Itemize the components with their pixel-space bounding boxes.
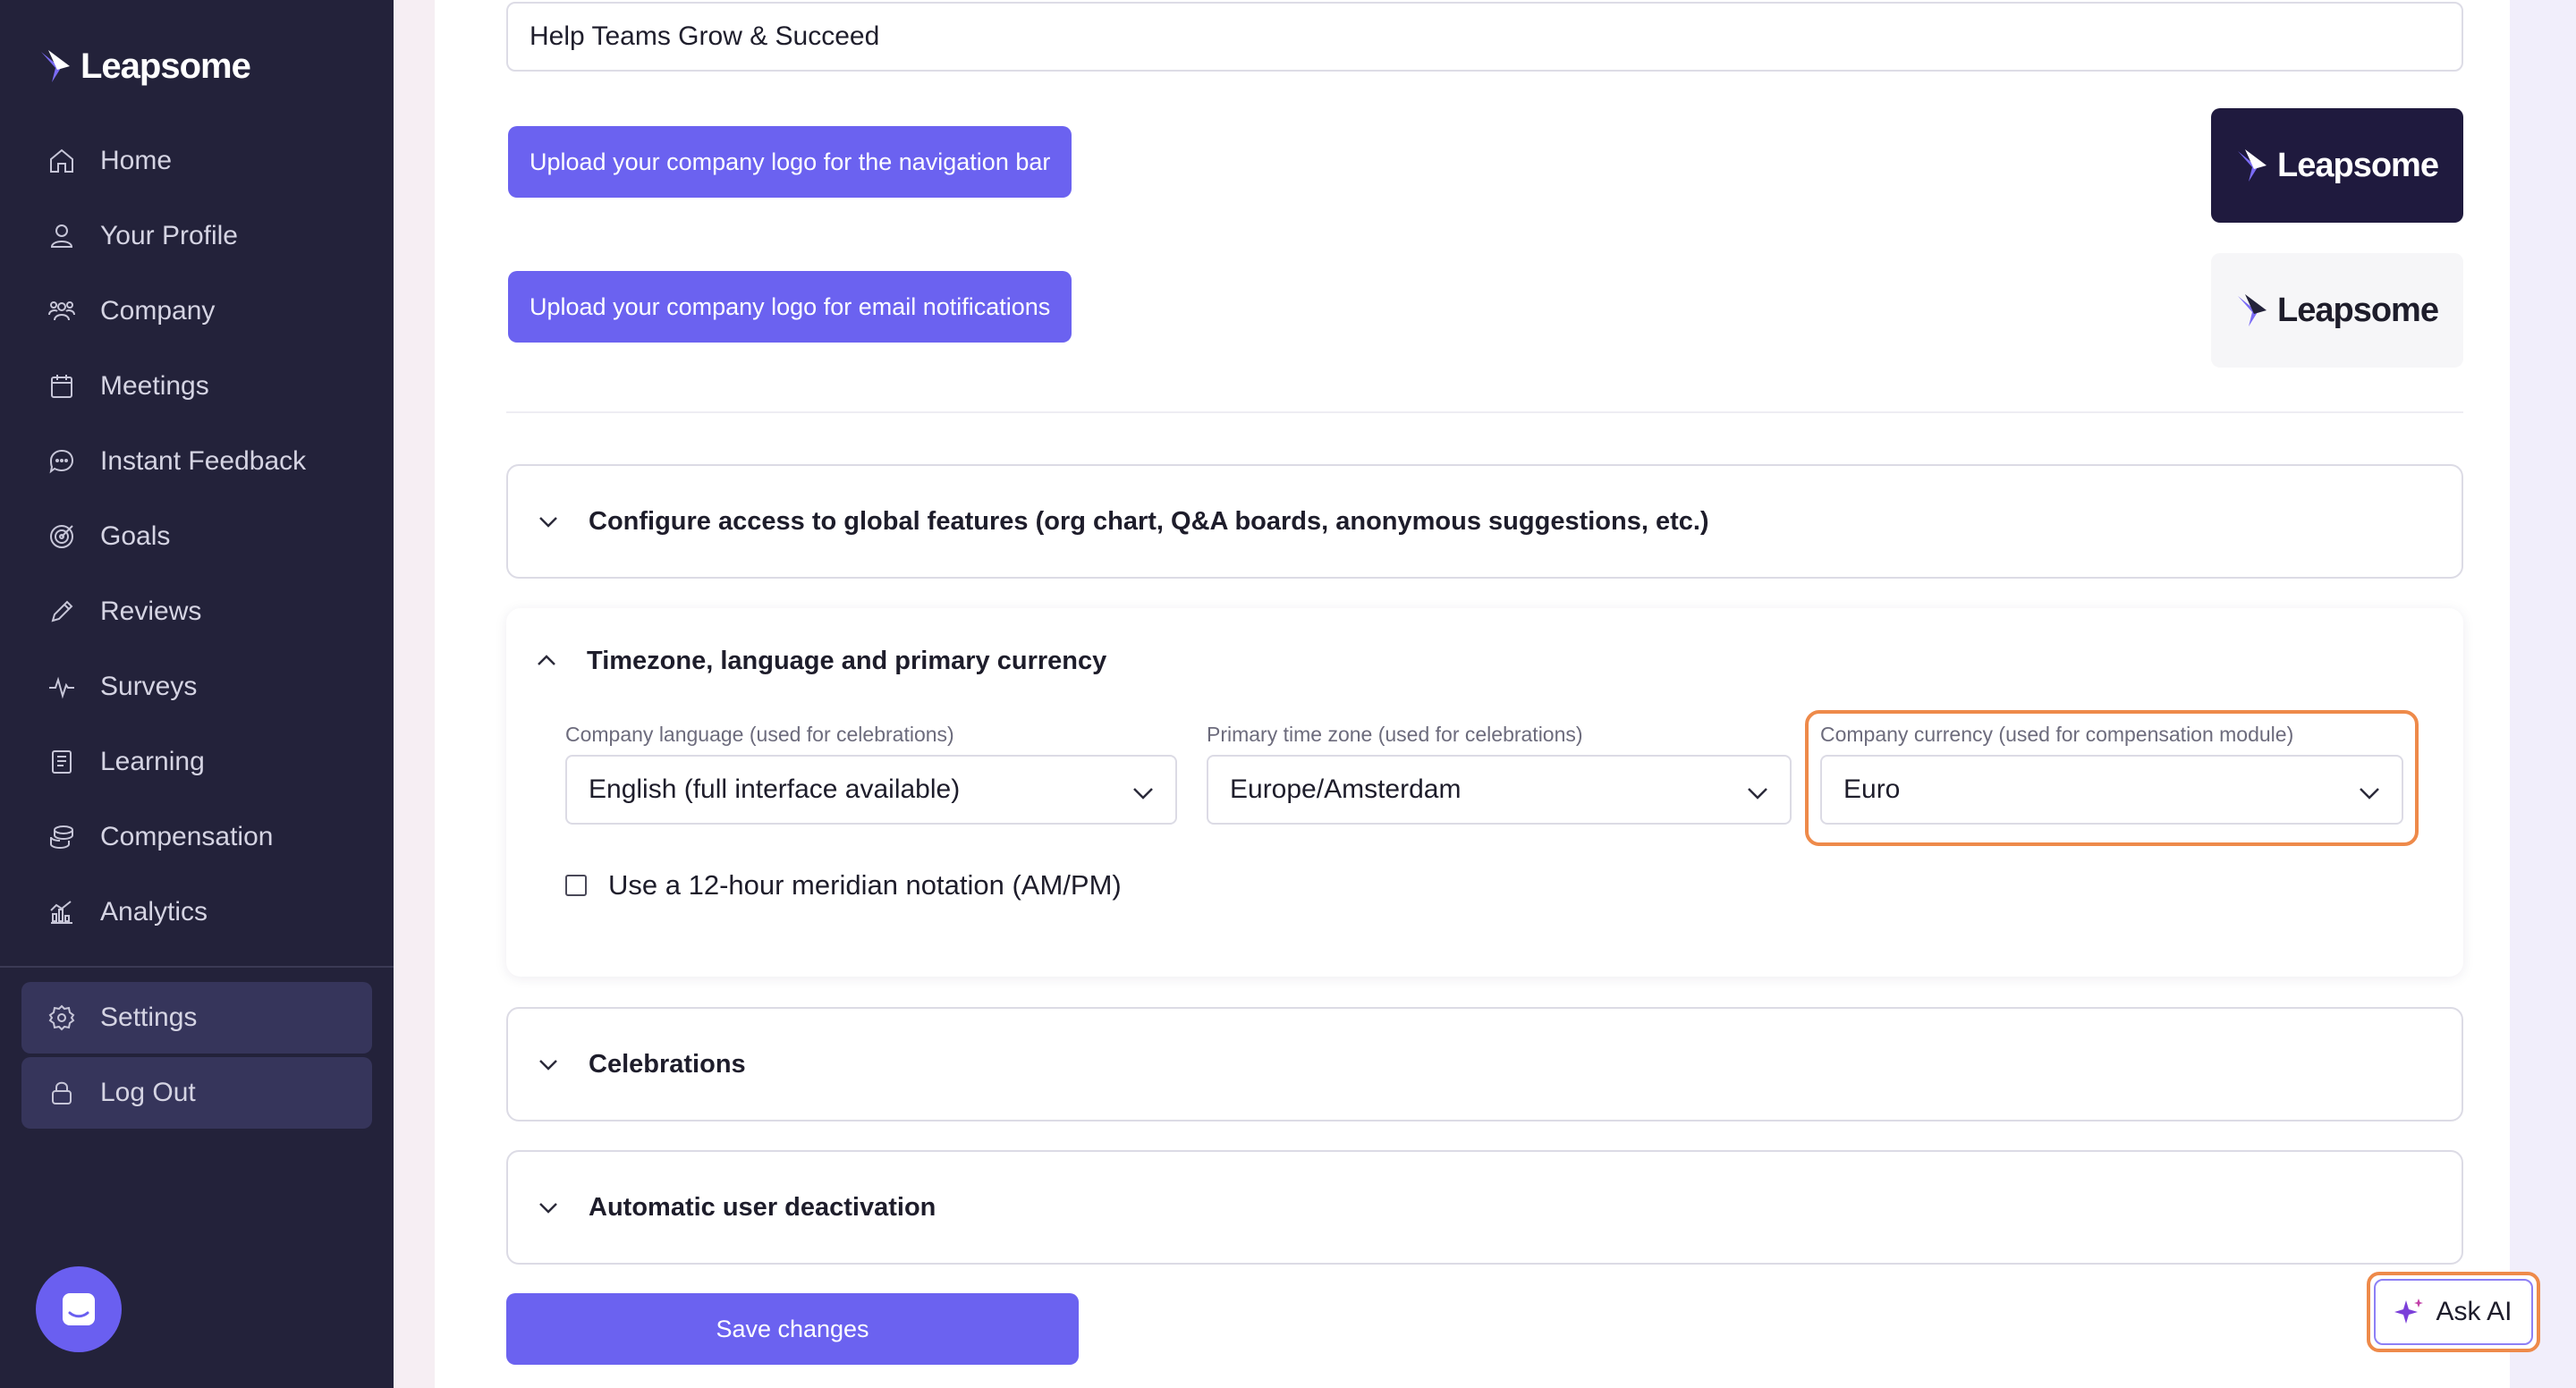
chevron-down-icon — [539, 1060, 557, 1071]
accordion-header[interactable]: Timezone, language and primary currency — [506, 608, 2463, 714]
chevron-down-icon — [539, 1203, 557, 1214]
sidebar-item-label: Settings — [100, 1003, 198, 1032]
sidebar-bottom-nav: Settings Log Out — [21, 982, 372, 1132]
timezone-label: Primary time zone (used for celebrations… — [1207, 723, 1583, 746]
upload-email-logo-button[interactable]: Upload your company logo for email notif… — [508, 271, 1072, 343]
meridian-label: Use a 12-hour meridian notation (AM/PM) — [608, 869, 1122, 901]
sidebar-item-reviews[interactable]: Reviews — [0, 574, 394, 649]
sidebar-item-label: Compensation — [100, 822, 274, 851]
accordion-celebrations[interactable]: Celebrations — [506, 1007, 2463, 1121]
sidebar-item-label: Meetings — [100, 371, 209, 401]
leapsome-bird-icon — [2238, 294, 2267, 326]
sidebar-item-label: Goals — [100, 521, 171, 551]
upload-nav-logo-button[interactable]: Upload your company logo for the navigat… — [508, 126, 1072, 198]
support-chat-button[interactable] — [36, 1266, 122, 1352]
sidebar-item-surveys[interactable]: Surveys — [0, 649, 394, 724]
lock-icon — [47, 1078, 77, 1108]
sidebar-item-label: Log Out — [100, 1078, 196, 1107]
sidebar-nav: Home Your Profile Company Meetings Insta… — [0, 123, 394, 950]
target-icon — [47, 521, 77, 552]
sidebar-item-goals[interactable]: Goals — [0, 499, 394, 574]
pulse-icon — [47, 672, 77, 702]
sidebar-item-home[interactable]: Home — [0, 123, 394, 199]
language-select[interactable]: English (full interface available) — [565, 755, 1177, 825]
gear-icon — [47, 1003, 77, 1033]
accordion-header[interactable]: Celebrations — [508, 1009, 2462, 1120]
ask-ai-button[interactable]: Ask AI — [2367, 1272, 2540, 1352]
sidebar-item-analytics[interactable]: Analytics — [0, 875, 394, 950]
sidebar-item-label: Surveys — [100, 672, 198, 701]
mission-input-value: Help Teams Grow & Succeed — [530, 21, 880, 51]
chat-icon — [47, 446, 77, 477]
accordion-header[interactable]: Automatic user deactivation — [508, 1152, 2462, 1263]
nav-logo-text: Leapsome — [2277, 146, 2439, 184]
calendar-icon — [47, 371, 77, 402]
timezone-select[interactable]: Europe/Amsterdam — [1207, 755, 1792, 825]
pencil-icon — [47, 597, 77, 627]
book-icon — [47, 747, 77, 777]
sidebar-item-label: Instant Feedback — [100, 446, 307, 476]
accordion-global-features[interactable]: Configure access to global features (org… — [506, 464, 2463, 579]
ask-ai-label: Ask AI — [2436, 1297, 2512, 1326]
nav-logo-preview: Leapsome — [2211, 108, 2463, 223]
chevron-up-icon — [538, 655, 555, 665]
accordion-title: Configure access to global features (org… — [589, 506, 1709, 536]
chevron-down-icon — [1133, 788, 1153, 800]
chart-icon — [47, 897, 77, 927]
leapsome-bird-icon — [2238, 149, 2267, 182]
sidebar-item-meetings[interactable]: Meetings — [0, 349, 394, 424]
chat-widget-icon — [63, 1293, 95, 1325]
sidebar-item-label: Learning — [100, 747, 205, 776]
section-divider — [506, 411, 2463, 413]
meridian-checkbox[interactable] — [565, 875, 587, 896]
sidebar-item-compensation[interactable]: Compensation — [0, 800, 394, 875]
timezone-select-value: Europe/Amsterdam — [1230, 774, 1462, 804]
sidebar-item-instant-feedback[interactable]: Instant Feedback — [0, 424, 394, 499]
brand-name: Leapsome — [80, 46, 251, 86]
sidebar-item-your-profile[interactable]: Your Profile — [0, 199, 394, 274]
chevron-down-icon — [1748, 788, 1767, 800]
mission-input[interactable]: Help Teams Grow & Succeed — [506, 2, 2463, 72]
meridian-option: Use a 12-hour meridian notation (AM/PM) — [565, 869, 1122, 901]
chevron-down-icon — [539, 517, 557, 528]
language-label: Company language (used for celebrations) — [565, 723, 954, 746]
chevron-down-icon — [2360, 788, 2379, 800]
sidebar-item-log-out[interactable]: Log Out — [21, 1057, 372, 1129]
sidebar-item-learning[interactable]: Learning — [0, 724, 394, 800]
accordion-title: Celebrations — [589, 1049, 746, 1079]
save-changes-button[interactable]: Save changes — [506, 1293, 1079, 1365]
language-select-value: English (full interface available) — [589, 774, 961, 804]
accordion-title: Timezone, language and primary currency — [587, 646, 1107, 675]
accordion-user-deactivation[interactable]: Automatic user deactivation — [506, 1150, 2463, 1265]
currency-label: Company currency (used for compensation … — [1820, 723, 2294, 746]
sidebar-item-company[interactable]: Company — [0, 274, 394, 349]
accordion-title: Automatic user deactivation — [589, 1192, 936, 1222]
sidebar-divider — [0, 966, 394, 968]
sidebar-item-label: Home — [100, 146, 173, 175]
people-icon — [47, 296, 77, 326]
coins-icon — [47, 822, 77, 852]
sidebar-item-label: Analytics — [100, 897, 208, 927]
currency-select-value: Euro — [1843, 774, 1901, 804]
currency-select[interactable]: Euro — [1820, 755, 2403, 825]
accordion-header[interactable]: Configure access to global features (org… — [508, 466, 2462, 577]
user-icon — [47, 221, 77, 251]
ask-ai-inner: Ask AI — [2374, 1279, 2533, 1345]
sidebar-item-label: Company — [100, 296, 216, 326]
brand-logo[interactable]: Leapsome — [39, 43, 251, 89]
leapsome-bird-icon — [41, 50, 70, 82]
sidebar-item-label: Your Profile — [100, 221, 238, 250]
sidebar-item-label: Reviews — [100, 597, 202, 626]
home-icon — [47, 146, 77, 176]
sidebar: Leapsome Home Your Profile Company Meeti… — [0, 0, 394, 1388]
sparkle-icon — [2394, 1299, 2424, 1324]
sidebar-item-settings[interactable]: Settings — [21, 982, 372, 1054]
email-logo-preview: Leapsome — [2211, 253, 2463, 368]
email-logo-text: Leapsome — [2277, 291, 2439, 329]
